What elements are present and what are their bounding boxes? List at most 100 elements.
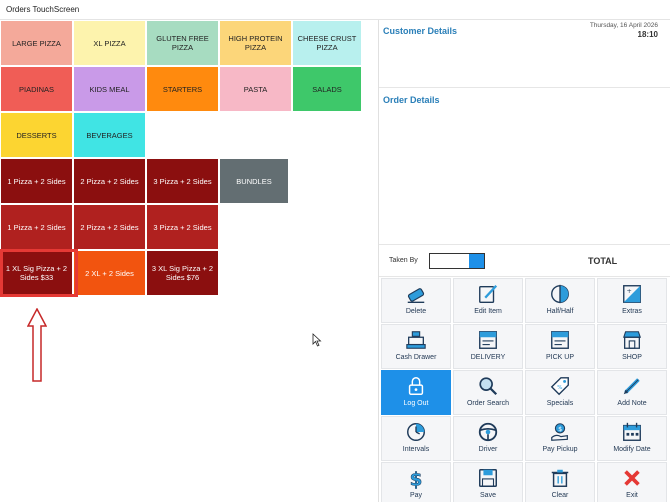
steering-wheel-icon [478, 422, 498, 442]
deal-3-xl-sig-pizza[interactable]: 3 XL Sig Pizza + 2 Sides $76 [146, 250, 219, 296]
category-high-protein-pizza[interactable]: HIGH PROTEIN PIZZA [219, 20, 292, 66]
deal-2-xl-2-sides[interactable]: 2 XL + 2 Sides [73, 250, 146, 296]
shop-icon [622, 331, 642, 349]
order-search-button[interactable]: Order Search [453, 370, 523, 415]
close-icon [624, 470, 640, 486]
trash-icon [551, 469, 569, 487]
svg-text:$: $ [558, 425, 562, 433]
pickup-label: PICK UP [545, 354, 574, 361]
clear-button[interactable]: Clear [525, 462, 595, 502]
svg-text:$: $ [410, 469, 423, 489]
edit-item-label: Edit Item [474, 308, 502, 315]
intervals-button[interactable]: Intervals [381, 416, 451, 461]
category-desserts[interactable]: DESSERTS [0, 112, 73, 158]
half-circle-icon [551, 284, 569, 304]
window-title: Orders TouchScreen [6, 5, 80, 14]
up-arrow-annotation [27, 308, 47, 382]
deal-3-pizza-2-sides[interactable]: 3 Pizza + 2 Sides [146, 158, 219, 204]
extras-label: Extras [622, 308, 642, 315]
half-half-label: Half/Half [546, 308, 574, 315]
order-search-label: Order Search [466, 400, 510, 407]
lock-icon [408, 377, 424, 395]
specials-label: Specials [546, 400, 574, 407]
add-note-label: Add Note [617, 400, 647, 407]
mouse-cursor-icon [312, 333, 322, 347]
svg-text:%: % [557, 385, 562, 391]
divider [379, 244, 670, 245]
category-piadinas[interactable]: PIADINAS [0, 66, 73, 112]
money-hand-icon: $ [551, 423, 568, 441]
deal-2-pizza-2-sides-alt[interactable]: 2 Pizza + 2 Sides [73, 204, 146, 250]
eraser-icon [407, 288, 425, 303]
edit-icon [479, 284, 498, 303]
divider [379, 87, 670, 88]
tag-icon: % [550, 377, 569, 396]
driver-label: Driver [478, 446, 498, 453]
clock-icon [407, 423, 425, 441]
pickup-icon [551, 331, 569, 349]
pickup-button[interactable]: PICK UP [525, 324, 595, 369]
half-half-button[interactable]: Half/Half [525, 278, 595, 323]
deal-1-pizza-2-sides-alt[interactable]: 1 Pizza + 2 Sides [0, 204, 73, 250]
intervals-label: Intervals [402, 446, 430, 453]
extras-button[interactable]: + Extras [597, 278, 667, 323]
pay-pickup-label: Pay Pickup [542, 446, 578, 453]
exit-label: Exit [626, 492, 638, 499]
modify-date-label: Modify Date [613, 446, 651, 453]
cash-register-icon [406, 331, 426, 349]
shop-label: SHOP [622, 354, 642, 361]
log-out-button[interactable]: Log Out [381, 370, 451, 415]
calendar-icon [623, 422, 641, 441]
save-button[interactable]: Save [453, 462, 523, 502]
order-details-heading: Order Details [383, 95, 440, 105]
order-panel: Customer Details Thursday, 16 April 2026… [378, 20, 670, 502]
category-cheese-crust-pizza[interactable]: CHEESE CRUST PIZZA [292, 20, 362, 66]
delivery-button[interactable]: DELIVERY [453, 324, 523, 369]
specials-button[interactable]: % Specials [525, 370, 595, 415]
current-date: Thursday, 16 April 2026 [589, 22, 658, 29]
category-large-pizza[interactable]: LARGE PIZZA [0, 20, 73, 66]
cash-drawer-button[interactable]: Cash Drawer [381, 324, 451, 369]
divider [379, 276, 670, 277]
pay-pickup-button[interactable]: $ Pay Pickup [525, 416, 595, 461]
log-out-label: Log Out [403, 400, 429, 407]
bundles-button[interactable]: BUNDLES [219, 158, 289, 204]
pencil-icon [623, 378, 640, 395]
taken-by-dropdown-button[interactable] [469, 254, 484, 268]
svg-text:+: + [627, 287, 632, 295]
window-titlebar: Orders TouchScreen [0, 0, 670, 20]
modify-date-button[interactable]: Modify Date [597, 416, 667, 461]
product-grid: LARGE PIZZA XL PIZZA GLUTEN FREE PIZZA H… [0, 20, 378, 502]
deal-2-pizza-2-sides[interactable]: 2 Pizza + 2 Sides [73, 158, 146, 204]
pay-label: Pay [409, 492, 423, 499]
category-pasta[interactable]: PASTA [219, 66, 292, 112]
category-gluten-free-pizza[interactable]: GLUTEN FREE PIZZA [146, 20, 219, 66]
deal-3-pizza-2-sides-alt[interactable]: 3 Pizza + 2 Sides [146, 204, 219, 250]
deal-1-pizza-2-sides[interactable]: 1 Pizza + 2 Sides [0, 158, 73, 204]
taken-by-label: Taken By [389, 257, 418, 264]
delivery-icon [479, 331, 497, 349]
category-starters[interactable]: STARTERS [146, 66, 219, 112]
category-beverages[interactable]: BEVERAGES [73, 112, 146, 158]
exit-button[interactable]: Exit [597, 462, 667, 502]
customer-details-heading: Customer Details [383, 26, 458, 36]
delivery-label: DELIVERY [470, 354, 506, 361]
clear-label: Clear [551, 492, 569, 499]
save-icon [479, 469, 497, 487]
current-time: 18:10 [637, 30, 658, 39]
category-salads[interactable]: SALADS [292, 66, 362, 112]
driver-button[interactable]: Driver [453, 416, 523, 461]
extras-icon: + [623, 285, 641, 303]
total-label: TOTAL [588, 256, 618, 266]
category-kids-meal[interactable]: KIDS MEAL [73, 66, 146, 112]
add-note-button[interactable]: Add Note [597, 370, 667, 415]
shop-button[interactable]: SHOP [597, 324, 667, 369]
delete-button[interactable]: Delete [381, 278, 451, 323]
dollar-icon: $ [409, 469, 423, 489]
edit-item-button[interactable]: Edit Item [453, 278, 523, 323]
pay-button[interactable]: $ Pay [381, 462, 451, 502]
save-label: Save [480, 492, 496, 499]
category-xl-pizza[interactable]: XL PIZZA [73, 20, 146, 66]
deal-1-xl-sig-pizza[interactable]: 1 XL Sig Pizza + 2 Sides $33 [0, 250, 73, 296]
cash-drawer-label: Cash Drawer [395, 354, 437, 361]
